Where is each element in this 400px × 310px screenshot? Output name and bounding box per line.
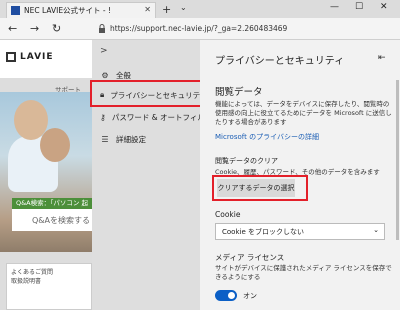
close-window-button[interactable]: ✕ [380,2,388,12]
new-tab-button[interactable]: + [162,3,171,16]
panel-scrollbar[interactable] [396,80,399,240]
collapse-chevron-icon[interactable]: > [100,46,108,56]
browsing-data-desc: 機能によっては、データをデバイスに保存したり、閲覧時の使用感の向上に役立てるため… [215,100,392,126]
browsing-data-title: 閲覧データ [215,87,263,98]
media-license-title: メディア ライセンス [215,253,285,262]
browser-tab[interactable]: NEC LAVIE公式サイト - ! ✕ [6,2,156,18]
site-header: LAVIE [0,40,92,78]
cookie-title: Cookie [215,210,241,219]
minimize-button[interactable]: — [330,2,339,12]
address-bar: ← → ↻ https://support.nec-lavie.jp/?_ga=… [0,18,400,40]
url-field[interactable]: https://support.nec-lavie.jp/?_ga=2.2604… [110,24,287,33]
web-page: LAVIE サポート Q&A検索：「パソコン 起 Q&Aを検索する よくあるご質… [0,40,92,310]
menu-item-label: パスワード & オートフィル [111,112,205,122]
sliders-icon: ☰ [101,134,109,144]
title-bar: NEC LAVIE公式サイト - ! ✕ + ⌄ — ☐ ✕ [0,0,400,18]
cookie-select[interactable]: Cookie をブロックしない ⌄ [215,223,385,240]
tab-list-button[interactable]: ⌄ [180,3,187,12]
menu-item-advanced[interactable]: ☰ 詳細設定 [92,128,200,150]
favicon-icon [11,6,20,15]
menu-item-label: 全般 [116,70,131,80]
panel-title: プライバシーとセキュリティ [215,56,345,67]
toggle-label: オン [243,292,257,300]
pin-icon[interactable]: ⇤ [378,53,386,63]
privacy-link[interactable]: Microsoft のプライバシーの詳細 [215,132,319,142]
chevron-down-icon: ⌄ [373,226,379,234]
faq-line[interactable]: 取扱説明書 [11,277,87,286]
tab-title: NEC LAVIE公式サイト - ! [24,6,112,15]
lavie-logo-icon [6,52,16,62]
menu-item-label: 詳細設定 [116,134,146,144]
site-logo[interactable]: LAVIE [20,52,54,62]
qa-banner: Q&A検索：「パソコン 起 [12,198,92,209]
faq-line[interactable]: よくあるご質問 [11,268,87,277]
forward-button[interactable]: → [30,22,39,35]
toggle-knob [228,292,235,299]
media-license-desc: サイトがデバイスに保護されたメディア ライセンスを保存できるようにする [215,264,392,281]
menu-item-passwords[interactable]: ⚷ パスワード & オートフィル [92,106,205,128]
faq-box: よくあるご質問 取扱説明書 [6,263,92,310]
gear-icon: ⚙ [101,70,109,80]
lock-icon [99,24,105,33]
highlight-privacy [90,80,204,107]
clear-data-title: 閲覧データのクリア [215,157,278,165]
tab-close-icon[interactable]: ✕ [144,5,151,14]
key-icon: ⚷ [100,112,106,122]
cookie-select-value: Cookie をブロックしない [222,228,304,236]
hero-face-2 [40,128,70,162]
highlight-clear-button [212,175,308,201]
maximize-button[interactable]: ☐ [355,2,363,12]
back-button[interactable]: ← [8,22,17,35]
refresh-button[interactable]: ↻ [52,22,61,35]
media-license-toggle[interactable] [215,290,237,301]
qa-search-input[interactable]: Q&Aを検索する [12,209,92,231]
